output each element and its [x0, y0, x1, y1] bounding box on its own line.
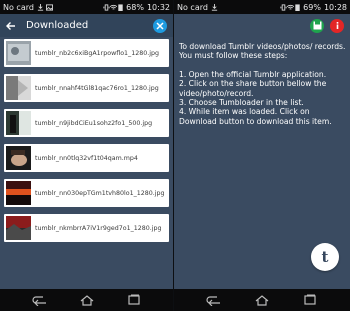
carrier-label: No card	[177, 2, 208, 12]
download-icon	[211, 3, 218, 11]
status-time: 10:32	[146, 2, 170, 12]
instructions-text: To download Tumblr videos/photos/ record…	[179, 42, 347, 126]
step-item: 2. Click on the share button bellow the …	[179, 79, 327, 98]
step-item: 1. Open the official Tumblr application.	[179, 69, 327, 79]
list-item[interactable]: tumblr_nn030epTGm1tvh80lo1_1280.jpg	[4, 179, 169, 207]
recents-nav-icon[interactable]	[302, 294, 318, 306]
list-item[interactable]: tumblr_nkmbrrA7iV1r9ged7o1_1280.jpg	[4, 214, 169, 242]
home-nav-icon[interactable]	[79, 294, 95, 306]
thumbnail-video	[6, 146, 31, 170]
screenshot-pair: No card 68% 10:32 Downloaded tumblr_nb2c…	[0, 0, 350, 311]
list-item[interactable]: tumblr_nn0tlq32vf1t04qam.mp4	[4, 144, 169, 172]
file-name: tumblr_nkmbrrA7iV1r9ged7o1_1280.jpg	[35, 224, 162, 232]
file-name: tumblr_n9jibdCiEu1sohz2fo1_500.jpg	[35, 119, 153, 127]
file-name: tumblr_nnahf4tGl81qac76ro1_1280.jpg	[35, 84, 159, 92]
status-bar: No card 68% 10:32	[0, 0, 173, 14]
vibrate-icon	[280, 3, 287, 11]
wifi-icon	[287, 4, 295, 10]
battery-icon	[118, 3, 123, 11]
steps-list: 1. Open the official Tumblr application.…	[179, 70, 347, 126]
step-item: 3. Choose Tumbloader in the list.	[179, 98, 304, 108]
image-icon	[45, 3, 53, 11]
file-name: tumblr_nn0tlq32vf1t04qam.mp4	[35, 154, 138, 162]
list-item[interactable]: tumblr_n9jibdCiEu1sohz2fo1_500.jpg	[4, 109, 169, 137]
instructions-screen: No card 69% 10:28 To download Tumblr vid…	[174, 0, 350, 311]
tumblr-fab-button[interactable]: t	[311, 243, 339, 271]
thumbnail-image	[6, 216, 31, 240]
back-nav-icon[interactable]	[31, 294, 48, 306]
file-name: tumblr_nb2c6xiBgA1rpowflo1_1280.jpg	[35, 49, 159, 57]
downloaded-list: tumblr_nb2c6xiBgA1rpowflo1_1280.jpg tumb…	[4, 39, 169, 249]
wifi-icon	[110, 4, 118, 10]
info-icon	[336, 22, 338, 29]
battery-percent: 69%	[303, 2, 321, 12]
thumbnail-image	[6, 41, 31, 65]
system-nav-bar	[174, 289, 350, 311]
notification-icons	[211, 3, 218, 11]
carrier-label: No card	[3, 2, 34, 12]
list-item[interactable]: tumblr_nnahf4tGl81qac76ro1_1280.jpg	[4, 74, 169, 102]
app-toolbar: Downloaded	[0, 14, 173, 37]
save-button[interactable]	[310, 18, 324, 33]
tools-button[interactable]	[153, 18, 167, 33]
status-time: 10:28	[323, 2, 347, 12]
floppy-disk-icon	[313, 21, 321, 30]
battery-percent: 68%	[126, 2, 144, 12]
download-icon	[37, 3, 44, 11]
instructions-intro: To download Tumblr videos/photos/ record…	[179, 42, 346, 61]
home-nav-icon[interactable]	[254, 294, 270, 306]
step-item: 4. While item was loaded. Click on Downl…	[179, 107, 332, 126]
battery-icon	[295, 3, 300, 11]
info-button[interactable]	[330, 18, 344, 33]
back-arrow-icon[interactable]	[6, 21, 16, 31]
page-title: Downloaded	[26, 20, 89, 31]
list-item[interactable]: tumblr_nb2c6xiBgA1rpowflo1_1280.jpg	[4, 39, 169, 67]
back-nav-icon[interactable]	[206, 294, 222, 306]
wrench-screwdriver-icon	[156, 21, 164, 30]
thumbnail-image	[6, 76, 31, 100]
status-bar: No card 69% 10:28	[174, 0, 350, 14]
file-name: tumblr_nn030epTGm1tvh80lo1_1280.jpg	[35, 189, 165, 197]
system-nav-bar	[0, 289, 173, 311]
app-toolbar	[174, 14, 350, 37]
downloaded-screen: No card 68% 10:32 Downloaded tumblr_nb2c…	[0, 0, 173, 311]
thumbnail-image	[6, 111, 31, 135]
notification-icons	[37, 3, 53, 11]
recents-nav-icon[interactable]	[126, 294, 142, 306]
vibrate-icon	[103, 3, 110, 11]
tumblr-logo-letter: t	[321, 248, 329, 266]
thumbnail-image	[6, 181, 31, 205]
